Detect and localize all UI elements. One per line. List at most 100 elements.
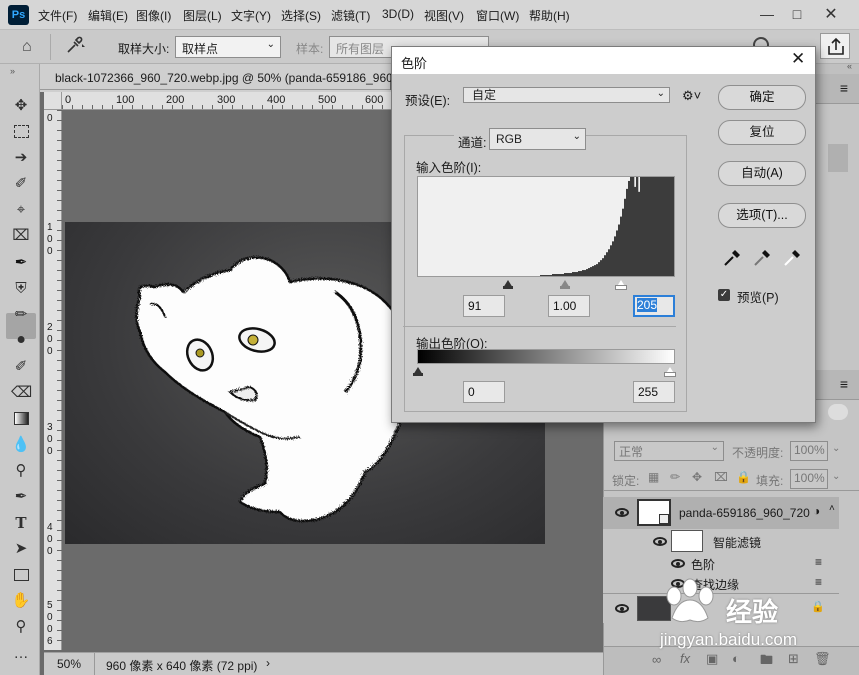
pen-tool-icon[interactable]: ✒ [11,487,31,507]
gray-point-eyedropper-icon[interactable] [752,248,772,268]
rectangle-tool-icon[interactable] [11,565,31,585]
link-layers-icon[interactable]: ∞ [652,652,661,667]
marquee-tool-icon[interactable] [11,122,31,142]
delete-layer-icon[interactable]: 🗑 [814,651,831,667]
white-point-eyedropper-icon[interactable] [782,248,802,268]
reset-button[interactable]: 复位 [718,120,806,145]
divider [604,490,859,491]
menu-3d[interactable]: 3D(D) [382,7,414,21]
input-white-field[interactable]: 205 [633,295,675,317]
home-icon[interactable]: ⌂ [22,38,32,56]
menu-edit[interactable]: 编辑(E) [88,7,128,24]
quick-select-tool-icon[interactable]: ✐ [11,174,31,194]
lock-transparent-icon[interactable]: ▦ [648,470,659,484]
layer-row-levels-filter[interactable]: 色阶 ≡ [603,553,839,573]
fx-icon[interactable]: fx [680,651,690,666]
channel-select[interactable]: RGB ⌄ [489,128,586,150]
document-tab[interactable]: black-1072366_960_720.webp.jpg @ 50% (pa… [40,64,406,90]
collapse-panels-icon[interactable]: « [847,61,852,71]
ruler-origin[interactable] [44,92,62,110]
menu-window[interactable]: 窗口(W) [476,7,519,24]
more-tools-icon[interactable]: … [11,644,31,664]
eye-icon[interactable] [615,508,629,517]
panel-scrollbar[interactable] [828,144,848,172]
chevron-down-icon[interactable]: ⌄ [832,443,840,454]
hand-tool-icon[interactable]: ✋ [11,591,31,611]
close-icon[interactable]: ✕ [791,49,805,69]
maximize-icon[interactable]: □ [781,0,813,28]
brush-tool-icon[interactable]: ✏ [11,305,31,325]
minimize-icon[interactable]: — [751,0,783,28]
chevron-down-icon[interactable]: ⌄ [832,471,840,482]
fill-input[interactable]: 100% [790,469,828,489]
new-layer-icon[interactable]: ⊞ [788,651,799,667]
lasso-tool-icon[interactable]: ➔ [11,148,31,168]
auto-button[interactable]: 自动(A) [718,161,806,186]
healing-brush-tool-icon[interactable]: ⛨ [11,279,31,299]
eye-icon[interactable] [671,559,685,568]
type-tool-icon[interactable]: T [11,513,31,533]
menu-file[interactable]: 文件(F) [38,7,77,24]
options-button[interactable]: 选项(T)... [718,203,806,228]
chevron-up-icon[interactable]: ˄ [829,503,835,514]
clone-stamp-tool-icon[interactable]: ⚫ [11,331,31,351]
eyedropper-tool-preset-icon[interactable] [63,36,87,56]
menu-layer[interactable]: 图层(L) [183,7,222,24]
eraser-tool-icon[interactable]: ⌫ [11,383,32,403]
smart-filter-toggle-icon[interactable]: ◑ [813,504,820,518]
preset-select[interactable]: 自定 ⌄ [463,87,670,103]
panel-menu-icon[interactable]: ≡ [840,80,848,96]
lock-pixels-icon[interactable]: ✏ [670,470,680,484]
filter-toggle[interactable] [828,404,848,420]
menu-help[interactable]: 帮助(H) [529,7,570,24]
lock-artboard-icon[interactable]: ⌧ [714,470,728,484]
input-gamma-field[interactable]: 1.00 [548,295,590,317]
histogram-bar [618,224,621,276]
layer-row-smart-filters[interactable]: 智能滤镜 [603,529,839,553]
black-point-eyedropper-icon[interactable] [722,248,742,268]
menu-view[interactable]: 视图(V) [424,7,464,24]
layer-row-panda[interactable]: panda-659186_960_720 ◑ ˄ [603,497,839,529]
menu-type[interactable]: 文字(Y) [231,7,271,24]
lock-all-icon[interactable]: 🔒 [736,470,751,484]
layer-row-background[interactable]: 背景 🔒 [603,593,839,623]
input-black-field[interactable]: 91 [463,295,505,317]
lock-position-icon[interactable]: ✥ [692,470,702,484]
output-black-field[interactable]: 0 [463,381,505,403]
menu-image[interactable]: 图像(I) [136,7,171,24]
eyedropper-tool-icon[interactable]: ✒ [11,253,31,273]
preset-options-gear-icon[interactable]: ⚙˅ [682,88,701,104]
add-mask-icon[interactable]: ▣ [706,651,718,667]
output-white-field[interactable]: 255 [633,381,675,403]
history-brush-tool-icon[interactable]: ✐ [11,357,31,377]
chevron-right-icon[interactable]: › [266,656,270,670]
blend-mode-select[interactable]: 正常 ⌄ [614,441,724,461]
path-select-tool-icon[interactable]: ➤ [11,539,31,559]
opacity-input[interactable]: 100% [790,441,828,461]
layers-panel-menu-icon[interactable]: ≡ [840,376,848,392]
sample-size-select[interactable]: 取样点 ⌄ [175,36,281,58]
layer-row-find-edges-filter[interactable]: 查找边缘 ≡ [603,573,839,593]
filter-options-icon[interactable]: ≡ [815,575,822,589]
dodge-tool-icon[interactable]: ⚲ [11,461,31,481]
eye-icon[interactable] [615,604,629,613]
menu-filter[interactable]: 滤镜(T) [331,7,370,24]
gradient-tool-icon[interactable] [11,409,31,429]
histogram-bar [560,274,563,276]
ok-button[interactable]: 确定 [718,85,806,110]
move-tool-icon[interactable]: ✥ [11,96,31,116]
blur-tool-icon[interactable]: 💧 [11,435,31,455]
filter-options-icon[interactable]: ≡ [815,555,822,569]
zoom-tool-icon[interactable]: ⚲ [11,617,31,637]
adjustment-layer-icon[interactable]: ◐ [732,651,740,666]
crop-tool-icon[interactable]: ⌖ [11,200,31,220]
preview-checkbox[interactable]: ✓ [718,289,730,301]
collapse-toolbar-icon[interactable]: » [10,66,15,76]
close-window-icon[interactable]: ✕ [815,0,847,28]
zoom-level[interactable]: 50% [57,657,81,671]
eye-icon[interactable] [653,537,667,546]
new-group-icon[interactable]: 🖿 [760,651,773,673]
menu-select[interactable]: 选择(S) [281,7,321,24]
frame-tool-icon[interactable]: ⌧ [11,226,31,246]
share-button[interactable] [820,33,850,59]
